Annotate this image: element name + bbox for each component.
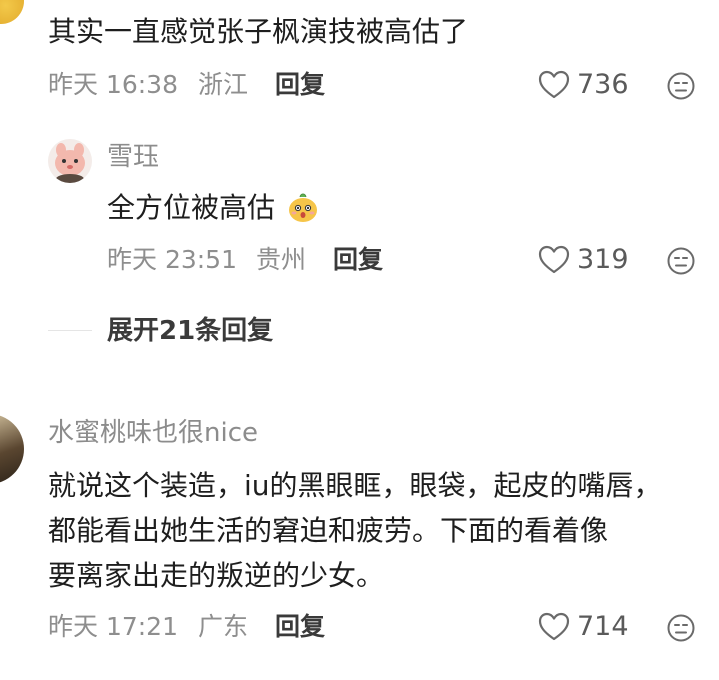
like-count: 736 <box>577 69 629 100</box>
like-count: 319 <box>577 244 629 275</box>
comment-text-line: 就说这个装造，iu的黑眼眶，眼袋，起皮的嘴唇， <box>48 469 662 502</box>
dislike-face-icon[interactable] <box>666 613 696 643</box>
avatar[interactable] <box>0 0 24 24</box>
avatar[interactable] <box>48 139 92 183</box>
comment-location: 广东 <box>198 612 249 641</box>
surprised-face-emoji-icon <box>288 193 317 222</box>
dislike-face-icon[interactable] <box>666 246 696 276</box>
pink-bunny-avatar-icon <box>48 139 92 183</box>
comment-time: 昨天 16:38 <box>48 70 178 99</box>
like-heart-icon[interactable] <box>538 70 570 100</box>
comment-text: 全方位被高估 <box>107 190 320 226</box>
comment-text: 其实一直感觉张子枫演技被高估了 <box>48 15 469 48</box>
like-count: 714 <box>577 611 629 642</box>
reply-button[interactable]: 回复 <box>275 70 325 100</box>
like-heart-icon[interactable] <box>538 612 570 642</box>
comment-location: 浙江 <box>198 70 249 99</box>
comment-text-line: 全方位被高估 <box>107 191 276 224</box>
username[interactable]: 水蜜桃味也很nice <box>48 418 258 448</box>
avatar[interactable] <box>0 414 24 484</box>
username[interactable]: 雪珏 <box>107 142 159 172</box>
dislike-face-icon[interactable] <box>666 71 696 101</box>
comment-text-line: 要离家出走的叛逆的少女。 <box>48 559 385 592</box>
comment-time: 昨天 23:51 <box>107 245 237 274</box>
comment-time: 昨天 17:21 <box>48 612 178 641</box>
comment-text-line: 都能看出她生活的窘迫和疲劳。下面的看着像 <box>48 514 609 547</box>
reply-button[interactable]: 回复 <box>275 612 325 642</box>
like-heart-icon[interactable] <box>538 245 570 275</box>
expand-divider <box>48 330 92 331</box>
expand-replies-button[interactable]: 展开21条回复 <box>107 316 273 346</box>
reply-button[interactable]: 回复 <box>333 245 383 275</box>
comment-location: 贵州 <box>256 245 307 274</box>
